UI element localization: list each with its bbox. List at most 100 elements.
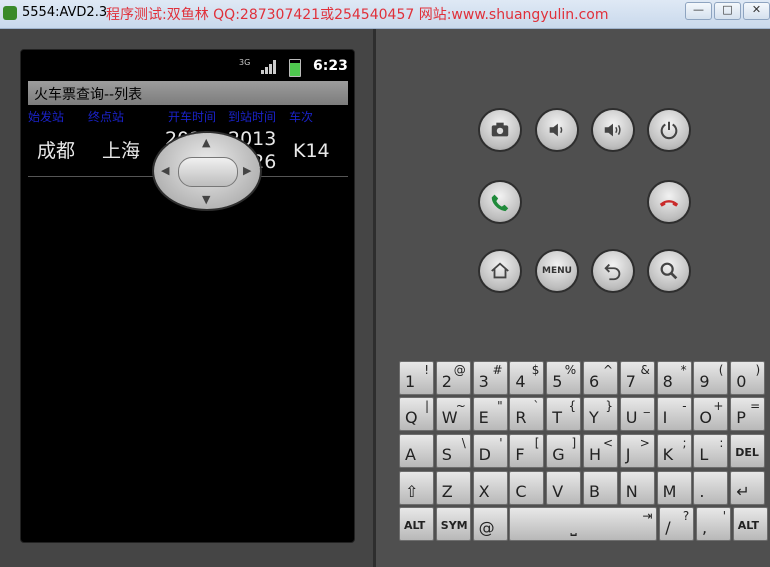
- home-icon: [491, 262, 509, 279]
- key-main-label: SYM: [440, 519, 468, 532]
- menu-button-label: MENU: [542, 266, 572, 276]
- dpad-right-icon[interactable]: ▶: [243, 164, 251, 177]
- volume-up-button[interactable]: [593, 110, 633, 150]
- key-main-label: X: [478, 482, 490, 501]
- key-o[interactable]: O +: [693, 397, 729, 431]
- key-z[interactable]: Z: [435, 471, 471, 505]
- power-button[interactable]: [649, 110, 689, 150]
- key-shift-label: ): [755, 363, 761, 377]
- key-main-label: B: [589, 482, 600, 501]
- call-button[interactable]: [480, 182, 520, 222]
- key-shift-label: !: [424, 363, 429, 377]
- key-del[interactable]: DEL: [730, 434, 766, 468]
- key-c[interactable]: C: [509, 471, 545, 505]
- maximize-button[interactable]: □: [714, 2, 741, 20]
- header-end-station: 终点站: [88, 110, 125, 124]
- key-y[interactable]: Y}: [583, 397, 618, 431]
- key-↵[interactable]: ↵: [730, 471, 766, 505]
- search-button[interactable]: [649, 251, 689, 291]
- dpad-down-icon[interactable]: ▼: [202, 193, 210, 206]
- key-m[interactable]: M: [656, 471, 692, 505]
- key-shift-label: ⇥: [642, 509, 653, 523]
- key-v[interactable]: V: [546, 471, 582, 505]
- key-w[interactable]: W ~: [435, 397, 471, 431]
- dpad[interactable]: ▲ ▼ ◀ ▶: [154, 133, 260, 209]
- key-f[interactable]: F[: [509, 434, 545, 468]
- key-e[interactable]: E ": [472, 397, 508, 431]
- key-main-label: S: [441, 445, 452, 464]
- key-main-label: Y: [589, 408, 599, 427]
- key-t[interactable]: T{: [546, 397, 582, 431]
- key-g[interactable]: G]: [546, 434, 582, 468]
- key-3[interactable]: 3 #: [472, 361, 508, 395]
- key-h[interactable]: H <: [583, 434, 618, 468]
- key-0[interactable]: 0): [730, 361, 766, 395]
- key-.[interactable]: .: [693, 471, 729, 505]
- key-main-label: /: [665, 518, 671, 537]
- volume-down-button[interactable]: [537, 110, 577, 150]
- key-sym[interactable]: SYM: [435, 507, 471, 541]
- key-l[interactable]: L:: [693, 434, 729, 468]
- close-button[interactable]: ✕: [743, 2, 770, 20]
- key-main-label: .: [699, 482, 705, 501]
- key-shift-label: +: [713, 399, 724, 413]
- end-call-button[interactable]: [649, 182, 689, 222]
- key-d[interactable]: D ': [472, 434, 508, 468]
- dpad-center-button[interactable]: [178, 157, 238, 187]
- volume-up-icon: [604, 123, 621, 137]
- key-/[interactable]: /?: [659, 507, 695, 541]
- back-button[interactable]: [593, 251, 633, 291]
- key-shift-label: :: [719, 436, 724, 450]
- key-i[interactable]: I-: [656, 397, 692, 431]
- key-x[interactable]: X: [472, 471, 508, 505]
- volume-down-icon: [549, 123, 563, 137]
- key-7[interactable]: 7 &: [619, 361, 655, 395]
- key-shift-label: \: [461, 436, 466, 450]
- key-5[interactable]: 5%: [546, 361, 582, 395]
- key-j[interactable]: J >: [619, 434, 655, 468]
- network-3g-icon: 3G: [239, 58, 251, 67]
- hardware-keyboard: 1! 2 @3 #4 $5% 6 ^ 7 & 8 * 9(0) Q | W ~ E " R ` T{Y} U _ I - O + P =…: [399, 361, 770, 541]
- key-main-label: 7: [625, 372, 636, 391]
- key-4[interactable]: 4 $: [509, 361, 545, 395]
- key-n[interactable]: N: [619, 471, 655, 505]
- dpad-left-icon[interactable]: ◀: [161, 164, 169, 177]
- key-main-label: A: [405, 445, 416, 464]
- key-2[interactable]: 2 @: [435, 361, 471, 395]
- key-space[interactable]: ⎵ ⇥: [509, 507, 658, 541]
- key-main-label: 2: [441, 372, 452, 391]
- key-6[interactable]: 6 ^: [583, 361, 618, 395]
- key-8[interactable]: 8 *: [656, 361, 692, 395]
- key-q[interactable]: Q |: [399, 397, 434, 431]
- key-b[interactable]: B: [583, 471, 618, 505]
- power-icon: [660, 121, 678, 140]
- home-button[interactable]: [480, 251, 520, 291]
- key-alt[interactable]: ALT: [399, 507, 434, 541]
- key-main-label: 1: [405, 372, 416, 391]
- key-main-label: ALT: [404, 519, 426, 532]
- key-a[interactable]: A: [399, 434, 434, 468]
- dpad-up-icon[interactable]: ▲: [202, 136, 210, 149]
- key-main-label: 3: [478, 372, 489, 391]
- key-u[interactable]: U _: [619, 397, 655, 431]
- key-k[interactable]: K;: [656, 434, 692, 468]
- key-1[interactable]: 1!: [399, 361, 434, 395]
- minimize-button[interactable]: —: [685, 2, 712, 20]
- key-main-label: P: [736, 408, 746, 427]
- key-alt[interactable]: ALT: [732, 507, 768, 541]
- key-s[interactable]: S \: [435, 434, 471, 468]
- key-,[interactable]: , ': [696, 507, 731, 541]
- menu-button[interactable]: MENU: [537, 251, 577, 291]
- key-9[interactable]: 9(: [693, 361, 729, 395]
- key-shift-label: =: [750, 399, 761, 413]
- key-main-label: I: [662, 408, 668, 427]
- key-shift-label: &: [640, 363, 650, 377]
- key-@[interactable]: @: [472, 507, 508, 541]
- key-⇧[interactable]: ⇧: [399, 471, 434, 505]
- key-shift-label: ]: [571, 436, 577, 450]
- key-p[interactable]: P =: [730, 397, 766, 431]
- key-r[interactable]: R `: [509, 397, 545, 431]
- camera-icon: [491, 122, 509, 137]
- camera-button[interactable]: [480, 110, 520, 150]
- device-screen[interactable]: 3G 6:23 火车票查询--列表 始发站 终点站 开车时间 到站时间 车次 成…: [20, 49, 355, 543]
